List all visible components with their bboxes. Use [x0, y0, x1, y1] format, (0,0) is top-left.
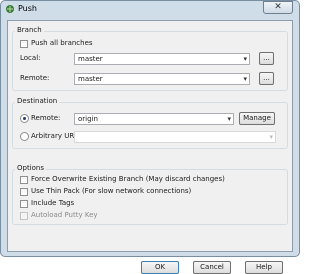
- close-icon: ✕: [274, 2, 282, 12]
- remote-branch-value: master: [78, 75, 103, 83]
- dialog-client-area: Branch Push all branches Local: master ▾…: [7, 20, 293, 274]
- cancel-button[interactable]: Cancel: [193, 261, 231, 274]
- branch-group-title: Branch: [15, 26, 44, 34]
- chevron-down-icon: ▾: [269, 133, 273, 141]
- thin-pack-label[interactable]: Use Thin Pack (For slow network connecti…: [31, 187, 191, 196]
- title-bar[interactable]: Push ✕: [1, 1, 299, 17]
- remote-browse-button[interactable]: ...: [259, 72, 274, 85]
- tortoise-git-icon: [6, 5, 14, 13]
- autoload-putty-key-label: Autoload Putty Key: [31, 211, 98, 219]
- push-all-branches-checkbox[interactable]: [20, 40, 28, 48]
- ok-button[interactable]: OK: [141, 261, 179, 274]
- remote-radio-label[interactable]: Remote:: [31, 114, 60, 123]
- chevron-down-icon: ▾: [227, 115, 231, 123]
- arbitrary-url-combo[interactable]: ▾: [74, 131, 276, 143]
- include-tags-label[interactable]: Include Tags: [31, 199, 74, 208]
- chevron-down-icon: ▾: [243, 55, 247, 63]
- remote-combo[interactable]: origin ▾: [74, 113, 234, 125]
- destination-group-title: Destination: [15, 97, 60, 105]
- help-button[interactable]: Help: [245, 261, 283, 274]
- force-overwrite-checkbox[interactable]: [20, 176, 28, 184]
- chevron-down-icon: ▾: [243, 75, 247, 83]
- manage-button[interactable]: Manage: [239, 112, 275, 125]
- push-all-branches-label[interactable]: Push all branches: [31, 39, 93, 48]
- arbitrary-url-radio[interactable]: [20, 132, 29, 141]
- local-branch-combo[interactable]: master ▾: [74, 53, 250, 65]
- remote-branch-combo[interactable]: master ▾: [74, 73, 250, 85]
- window-title: Push: [18, 4, 37, 13]
- force-overwrite-label[interactable]: Force Overwrite Existing Branch (May dis…: [31, 175, 225, 184]
- options-group-title: Options: [15, 164, 47, 172]
- autoload-putty-key-checkbox[interactable]: [20, 212, 28, 220]
- local-branch-label: Local:: [20, 54, 41, 62]
- local-branch-value: master: [78, 55, 103, 63]
- close-button[interactable]: ✕: [263, 1, 293, 14]
- remote-value: origin: [78, 115, 98, 123]
- local-browse-button[interactable]: ...: [259, 52, 274, 65]
- remote-radio[interactable]: [20, 114, 29, 123]
- remote-branch-label: Remote:: [20, 74, 50, 82]
- push-dialog: Push ✕ Branch Push all branches Local: m…: [0, 0, 300, 274]
- thin-pack-checkbox[interactable]: [20, 188, 28, 196]
- include-tags-checkbox[interactable]: [20, 200, 28, 208]
